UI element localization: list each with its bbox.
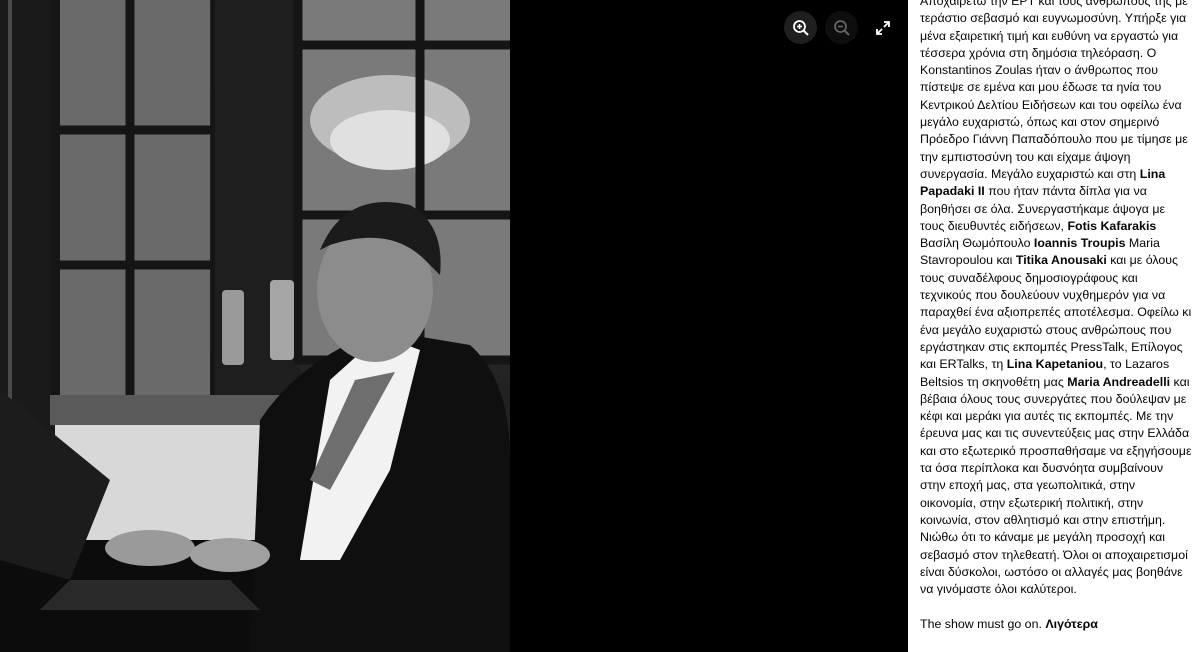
caption-text: Αποχαιρετώ την ΕΡΤ και τους ανθρώπους τη… bbox=[920, 0, 1188, 181]
photo-illustration bbox=[0, 0, 510, 652]
post-photo[interactable] bbox=[0, 0, 510, 652]
zoom-in-icon bbox=[792, 19, 809, 36]
tagged-person-link[interactable]: Fotis Kafarakis bbox=[1067, 219, 1156, 233]
tagged-person-link[interactable]: Lina Kapetaniou bbox=[1007, 357, 1103, 371]
caption-text: και με όλους τους συναδέλφους δημοσιογρά… bbox=[920, 253, 1192, 372]
tagged-person-link[interactable]: Ioannis Troupis bbox=[1034, 236, 1126, 250]
closing-text: The show must go on. bbox=[920, 616, 1046, 631]
fullscreen-icon bbox=[875, 20, 890, 35]
see-less-link[interactable]: Λιγότερα bbox=[1045, 617, 1098, 631]
fullscreen-button[interactable] bbox=[866, 11, 899, 44]
caption-closing: The show must go on. Λιγότερα bbox=[920, 616, 1192, 633]
caption-text: και βέβαια όλους τους συνεργάτες που δού… bbox=[920, 374, 1192, 597]
photo-viewer bbox=[0, 0, 908, 652]
zoom-out-button[interactable] bbox=[825, 11, 858, 44]
post-sidebar: Αποχαιρετώ την ΕΡΤ και τους ανθρώπους τη… bbox=[908, 0, 1200, 652]
caption-text: Βασίλη Θωμόπουλο bbox=[920, 236, 1034, 251]
zoom-in-button[interactable] bbox=[784, 11, 817, 44]
tagged-person-link[interactable]: Maria Andreadelli bbox=[1067, 375, 1170, 389]
tagged-person-link[interactable]: Titika Anousaki bbox=[1016, 253, 1107, 267]
post-caption: Αποχαιρετώ την ΕΡΤ και τους ανθρώπους τη… bbox=[920, 0, 1192, 598]
viewer-controls bbox=[784, 11, 899, 44]
zoom-out-icon bbox=[833, 19, 850, 36]
